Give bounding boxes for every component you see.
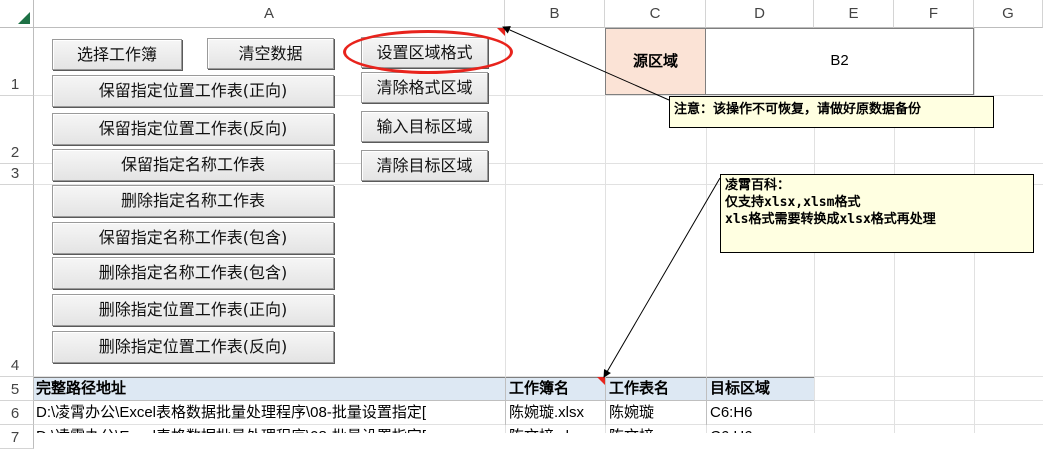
- warning-comment-arrow: [502, 26, 670, 101]
- comment-arrows: [502, 26, 721, 378]
- info-comment-arrow: [603, 177, 721, 378]
